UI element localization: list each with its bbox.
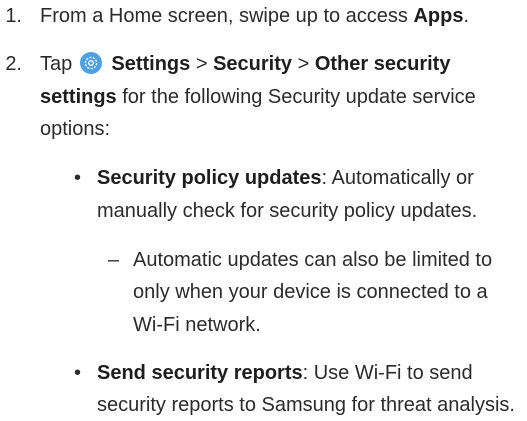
bullet-1-line-1-rest: : Automatically or (321, 167, 474, 189)
settings-gear-icon (79, 52, 102, 74)
subitem-line-3: Wi-Fi network. (133, 314, 261, 336)
subitem-line-2: only when your device is connected to a (133, 281, 488, 303)
step-1-text-after: . (463, 5, 470, 27)
step-2-settings: Settings (111, 53, 191, 75)
bullet-1-title: Security policy updates (97, 167, 322, 189)
step-2-line-3: options: (40, 118, 111, 140)
step-1-apps: Apps (413, 5, 464, 27)
bullet-2-line-2: security reports to Samsung for threat a… (97, 394, 515, 416)
step-2-line-1: Tap Settings > Security > Other security (40, 48, 450, 80)
bullet-2-symbol: • (74, 362, 82, 384)
bullet-1-line-1: Security policy updates: Automatically o… (97, 162, 474, 194)
step-1-text: From a Home screen, swipe up to access A… (40, 0, 469, 32)
instructions-document: 1. From a Home screen, swipe up to acces… (0, 0, 527, 416)
step-2-other-security-line-1: Other security (314, 53, 451, 75)
step-2-number: 2. (5, 53, 22, 75)
step-2-line-2: settings for the following Security upda… (40, 81, 476, 113)
bullet-1-symbol: • (74, 167, 82, 189)
bullet-2-line-1-rest: : Use Wi-Fi to send (302, 362, 473, 384)
bullet-2-line-1: Send security reports: Use Wi-Fi to send (97, 357, 473, 389)
step-2-separator-1: > (195, 53, 208, 75)
step-2-lead: Tap (40, 53, 73, 75)
step-2-line-2-rest: for the following Security update servic… (116, 86, 476, 108)
step-2-other-security-line-2: settings (40, 86, 117, 108)
step-2-security: Security (213, 53, 293, 75)
step-2-separator-2: > (297, 53, 310, 75)
subitem-line-1: Automatic updates can also be limited to (133, 249, 493, 271)
bullet-2-title: Send security reports (97, 362, 303, 384)
subitem-dash: – (108, 249, 120, 271)
bullet-1-line-2: manually check for security policy updat… (97, 200, 478, 222)
step-1-text-before: From a Home screen, swipe up to access (40, 5, 414, 27)
step-1-number: 1. (5, 5, 22, 27)
